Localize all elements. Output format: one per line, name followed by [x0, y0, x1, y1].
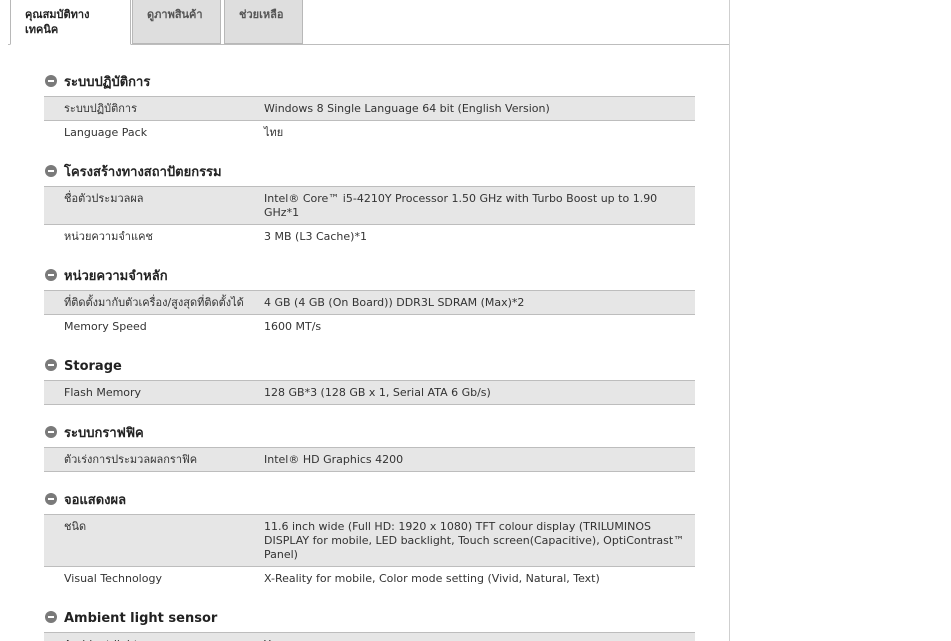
table-row: ระบบปฏิบัติการ Windows 8 Single Language…: [44, 97, 695, 121]
panel-border: [729, 0, 730, 641]
section-title: จอแสดงผล: [64, 493, 127, 508]
collapse-minus-icon[interactable]: [45, 165, 57, 177]
spec-table: ชื่อตัวประมวลผล Intel® Core™ i5-4210Y Pr…: [44, 186, 695, 248]
section-header[interactable]: ระบบกราฟฟิค: [44, 413, 695, 447]
tab-help-label: ช่วยเหลือ: [239, 8, 284, 21]
table-row: ชนิด 11.6 inch wide (Full HD: 1920 x 108…: [44, 515, 695, 567]
spec-value: 3 MB (L3 Cache)*1: [264, 230, 367, 243]
table-row: Language Pack ไทย: [44, 121, 695, 144]
collapse-minus-icon[interactable]: [45, 426, 57, 438]
spec-value: 1600 MT/s: [264, 320, 322, 333]
section-title: ระบบปฏิบัติการ: [64, 75, 151, 90]
spec-page: คุณสมบัติทาง เทคนิค ดูภาพสินค้า ช่วยเหลื…: [0, 0, 951, 641]
spec-table: ระบบปฏิบัติการ Windows 8 Single Language…: [44, 96, 695, 144]
section-header[interactable]: ระบบปฏิบัติการ: [44, 62, 695, 96]
spec-table: ที่ติดตั้งมากับตัวเครื่อง/สูงสุดที่ติดตั…: [44, 290, 695, 338]
spec-table: Flash Memory 128 GB*3 (128 GB x 1, Seria…: [44, 380, 695, 405]
table-row: Memory Speed 1600 MT/s: [44, 315, 695, 338]
table-row: หน่วยความจำแคช 3 MB (L3 Cache)*1: [44, 225, 695, 248]
section-title: หน่วยความจำหลัก: [64, 269, 168, 284]
spec-label: ตัวเร่งการประมวลผลกราฟิค: [64, 453, 198, 466]
spec-label: Language Pack: [64, 126, 148, 139]
spec-value: 128 GB*3 (128 GB x 1, Serial ATA 6 Gb/s): [264, 386, 491, 399]
table-row: Flash Memory 128 GB*3 (128 GB x 1, Seria…: [44, 381, 695, 405]
section-title: โครงสร้างทางสถาปัตยกรรม: [64, 165, 222, 180]
section-ambient-light-sensor: Ambient light sensor Ambient light senso…: [44, 598, 695, 641]
section-title: Ambient light sensor: [64, 611, 218, 626]
section-storage: Storage Flash Memory 128 GB*3 (128 GB x …: [44, 346, 695, 405]
spec-label: ชื่อตัวประมวลผล: [64, 192, 144, 205]
spec-value: 11.6 inch wide (Full HD: 1920 x 1080) TF…: [264, 520, 685, 561]
tab-help[interactable]: ช่วยเหลือ: [224, 0, 303, 44]
table-row: Ambient light sensor Yes: [44, 633, 695, 641]
spec-value: X-Reality for mobile, Color mode setting…: [264, 572, 600, 585]
section-header[interactable]: Ambient light sensor: [44, 598, 695, 632]
tab-specifications-label-line1: คุณสมบัติทาง: [25, 8, 90, 21]
spec-table: ตัวเร่งการประมวลผลกราฟิค Intel® HD Graph…: [44, 447, 695, 472]
tab-bar: คุณสมบัติทาง เทคนิค ดูภาพสินค้า ช่วยเหลื…: [8, 0, 729, 45]
spec-value: ไทย: [264, 126, 284, 139]
section-main-memory: หน่วยความจำหลัก ที่ติดตั้งมากับตัวเครื่อ…: [44, 256, 695, 338]
spec-label: Ambient light sensor: [44, 633, 264, 641]
collapse-minus-icon[interactable]: [45, 359, 57, 371]
section-header[interactable]: หน่วยความจำหลัก: [44, 256, 695, 290]
spec-label: หน่วยความจำแคช: [64, 230, 153, 243]
table-row: ชื่อตัวประมวลผล Intel® Core™ i5-4210Y Pr…: [44, 187, 695, 225]
table-row: ตัวเร่งการประมวลผลกราฟิค Intel® HD Graph…: [44, 448, 695, 472]
spec-label: Visual Technology: [64, 572, 162, 585]
tab-specifications-label-line2: เทคนิค: [25, 23, 59, 36]
spec-label: Memory Speed: [64, 320, 147, 333]
collapse-minus-icon[interactable]: [45, 493, 57, 505]
spec-value: Yes: [264, 633, 695, 641]
spec-label: Flash Memory: [64, 386, 142, 399]
collapse-minus-icon[interactable]: [45, 269, 57, 281]
spec-label: ชนิด: [64, 520, 87, 533]
section-title: Storage: [64, 359, 122, 374]
spec-table: Ambient light sensor Yes: [44, 632, 695, 641]
tab-specifications[interactable]: คุณสมบัติทาง เทคนิค: [10, 0, 131, 45]
collapse-minus-icon[interactable]: [45, 75, 57, 87]
table-row: ที่ติดตั้งมากับตัวเครื่อง/สูงสุดที่ติดตั…: [44, 291, 695, 315]
spec-value: Intel® HD Graphics 4200: [264, 453, 404, 466]
table-row: Visual Technology X-Reality for mobile, …: [44, 567, 695, 590]
spec-sections: ระบบปฏิบัติการ ระบบปฏิบัติการ Windows 8 …: [44, 62, 695, 641]
spec-value: Windows 8 Single Language 64 bit (Englis…: [264, 102, 550, 115]
section-display: จอแสดงผล ชนิด 11.6 inch wide (Full HD: 1…: [44, 480, 695, 590]
section-header[interactable]: โครงสร้างทางสถาปัตยกรรม: [44, 152, 695, 186]
section-operating-system: ระบบปฏิบัติการ ระบบปฏิบัติการ Windows 8 …: [44, 62, 695, 144]
tab-product-images[interactable]: ดูภาพสินค้า: [132, 0, 221, 44]
collapse-minus-icon[interactable]: [45, 611, 57, 623]
section-title: ระบบกราฟฟิค: [64, 426, 144, 441]
spec-label: ระบบปฏิบัติการ: [64, 102, 138, 115]
section-header[interactable]: จอแสดงผล: [44, 480, 695, 514]
tab-product-images-label: ดูภาพสินค้า: [147, 8, 203, 21]
section-architecture: โครงสร้างทางสถาปัตยกรรม ชื่อตัวประมวลผล …: [44, 152, 695, 248]
section-graphics: ระบบกราฟฟิค ตัวเร่งการประมวลผลกราฟิค Int…: [44, 413, 695, 472]
section-header[interactable]: Storage: [44, 346, 695, 380]
spec-label: ที่ติดตั้งมากับตัวเครื่อง/สูงสุดที่ติดตั…: [64, 296, 244, 309]
spec-value: 4 GB (4 GB (On Board)) DDR3L SDRAM (Max)…: [264, 296, 525, 309]
spec-value: Intel® Core™ i5-4210Y Processor 1.50 GHz…: [264, 192, 658, 219]
spec-table: ชนิด 11.6 inch wide (Full HD: 1920 x 108…: [44, 514, 695, 590]
